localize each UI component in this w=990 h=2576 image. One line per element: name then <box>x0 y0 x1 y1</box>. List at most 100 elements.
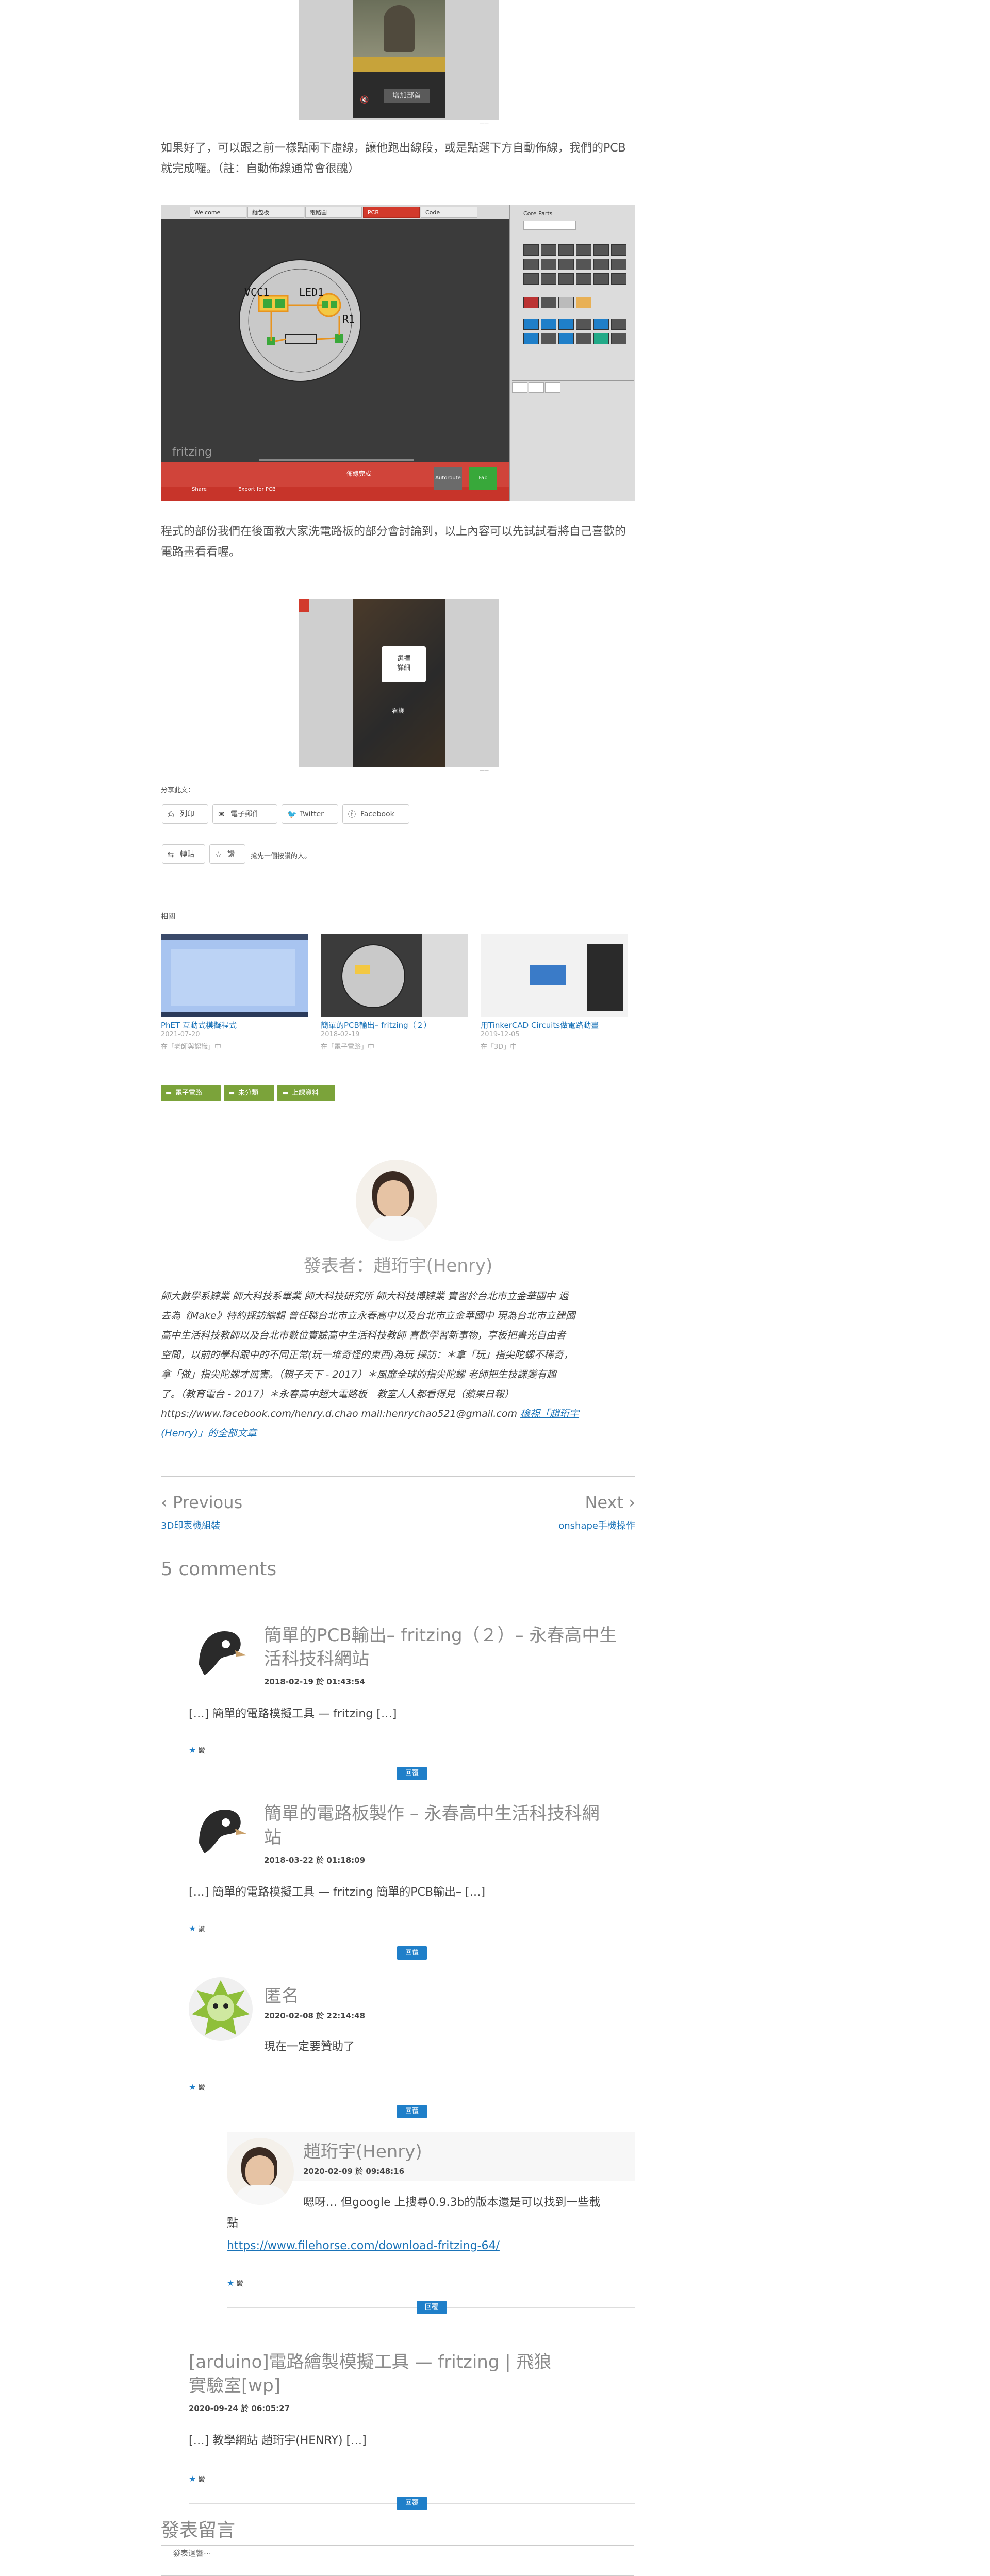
print-icon: ⎙ <box>168 810 174 819</box>
comment-author[interactable]: 趙珩宇(Henry) <box>303 2140 422 2164</box>
comment-author: 匿名 <box>264 1986 299 2006</box>
folder-icon: ▬ <box>166 1089 172 1097</box>
next-post-title[interactable]: onshape手機操作 <box>481 1518 635 1532</box>
image-badge: 增加部首 <box>384 89 430 103</box>
fz-share-btn: Share <box>192 487 207 492</box>
related-thumbnail <box>481 934 628 1017</box>
board-label-vcc1: VCC1 <box>244 286 269 298</box>
fz-export-btn: Export for PCB <box>238 487 276 492</box>
prev-post-title[interactable]: 3D印表機組裝 <box>161 1518 220 1532</box>
comment-text: […] 簡單的電路模擬工具 — fritzing […] <box>189 1708 397 1720</box>
parts-search-field <box>523 221 576 230</box>
reblog-button[interactable]: ⇆ 轉貼 <box>162 844 205 864</box>
fritzing-logo: fritzing <box>172 446 212 459</box>
comment-date[interactable]: 2020-09-24 於 06:05:27 <box>189 2403 290 2414</box>
share-facebook-button[interactable]: ⓕ Facebook <box>342 804 409 824</box>
comment-avatar <box>189 1797 253 1861</box>
comment-date[interactable]: 2020-02-08 於 22:14:48 <box>264 2010 365 2021</box>
comment-avatar <box>189 1618 253 1682</box>
comment-like[interactable]: ★ 讚 <box>189 2082 205 2092</box>
related-title[interactable]: 簡單的PCB輸出– fritzing（２） <box>321 1019 468 1030</box>
related-date: 2019-12-05 <box>481 1031 520 1039</box>
star-icon: ★ <box>189 1923 196 1933</box>
reply-button[interactable]: 回覆 <box>417 2301 447 2314</box>
author-avatar <box>356 1160 437 1241</box>
comment-text-cont: 點 <box>227 2217 239 2230</box>
twitter-icon: 🐦 <box>287 810 297 819</box>
comment-text: […] 簡單的電路模擬工具 — fritzing 簡單的PCB輸出– […] <box>189 1886 486 1899</box>
phone-screenshot-bottom: 選擇 詳細 看護 <box>299 599 499 767</box>
image-credit: —— <box>480 121 489 126</box>
comment-author[interactable]: [arduino]電路繪製模擬工具 — fritzing | 飛狼 實驗室[wp] <box>189 2350 552 2398</box>
related-title[interactable]: PhET 互動式模擬程式 <box>161 1019 308 1030</box>
comments-title: 5 comments <box>161 1559 277 1580</box>
comment-avatar <box>189 1977 253 2041</box>
fritzing-tab-breadboard: 麵包板 <box>248 207 304 218</box>
comment-like[interactable]: ★ 讚 <box>189 1923 205 1933</box>
reply-button[interactable]: 回覆 <box>397 2105 427 2118</box>
comment-text: 現在一定要贊助了 <box>264 2040 355 2053</box>
share-email-button[interactable]: ✉ 電子郵件 <box>212 804 277 824</box>
author-bio: 師大數學系肄業 師大科技系畢業 師大科技研究所 師大科技博肄業 實習於台北市立金… <box>161 1291 580 1439</box>
share-twitter-button[interactable]: 🐦 Twitter <box>282 804 338 824</box>
board-label-r1: R1 <box>342 313 355 325</box>
fritzing-tab-welcome: Welcome <box>190 207 246 218</box>
star-icon: ★ <box>227 2278 235 2288</box>
fritzing-bottom-bar: 佈線完成 Share Export for PCB Autoroute Fab <box>161 462 509 501</box>
fritzing-tab-pcb: PCB <box>363 207 420 218</box>
star-icon: ☆ <box>215 850 222 859</box>
author-posts-link-cont[interactable]: (Henry)」的全部文章 <box>161 1428 257 1439</box>
fz-autoroute-btn: Autoroute <box>434 467 462 490</box>
fritzing-parts-panel: Core Parts <box>509 205 635 501</box>
fritzing-tab-schematic: 電路圖 <box>305 207 362 218</box>
fritzing-screenshot: Welcome 麵包板 電路圖 PCB Code VCC1 LED1 R1 fr… <box>161 205 635 501</box>
tag-link[interactable]: ▬ 上課資料 <box>277 1085 335 1101</box>
like-button[interactable]: ☆ 讚 <box>209 844 245 864</box>
comment-textarea[interactable]: 發表迴響⋯ <box>161 2545 634 2576</box>
comment-link[interactable]: https://www.filehorse.com/download-fritz… <box>227 2236 500 2256</box>
reblog-icon: ⇆ <box>168 850 174 859</box>
related-thumbnail <box>321 934 468 1017</box>
board-label-led1: LED1 <box>299 286 324 298</box>
leave-reply-title: 發表留言 <box>161 2520 236 2541</box>
intro-paragraph: 如果好了，可以跟之前一樣點兩下虛線，讓他跑出線段，或是點選下方自動佈線，我們的P… <box>161 142 626 175</box>
related-title[interactable]: 用TinkerCAD Circuits做電路動畫 <box>481 1019 628 1030</box>
tag-link[interactable]: ▬ 未分類 <box>224 1085 274 1101</box>
route-status: 佈線完成 <box>346 470 372 477</box>
next-post-link[interactable]: Next › <box>526 1493 635 1512</box>
chevron-right-icon: › <box>623 1493 635 1512</box>
comment-text: 嗯呀… 但google 上搜尋0.9.3b的版本還是可以找到一些載 <box>303 2196 601 2209</box>
prev-post-link[interactable]: ‹ Previous <box>161 1493 242 1512</box>
comment-author[interactable]: 簡單的電路板製作 – 永春高中生活科技科網站 <box>264 1802 600 1849</box>
comment-date[interactable]: 2018-03-22 於 01:18:09 <box>264 1854 365 1865</box>
comment-date[interactable]: 2020-02-09 於 09:48:16 <box>303 2166 404 2177</box>
folder-icon: ▬ <box>228 1089 235 1097</box>
fritzing-canvas: VCC1 LED1 R1 fritzing <box>161 219 509 462</box>
share-print-button[interactable]: ⎙ 列印 <box>162 804 208 824</box>
related-context: 在「3D」中 <box>481 1043 517 1051</box>
comment-like[interactable]: ★ 讚 <box>227 2278 243 2288</box>
comment-avatar <box>227 2138 294 2205</box>
comment-like[interactable]: ★ 讚 <box>189 1745 205 1755</box>
star-icon: ★ <box>189 1745 196 1755</box>
related-date: 2018-02-19 <box>321 1031 360 1039</box>
phone-screenshot-top: 增加部首 🔇 <box>299 0 499 120</box>
comment-date[interactable]: 2018-02-19 於 01:43:54 <box>264 1676 365 1687</box>
reply-button[interactable]: 回覆 <box>397 1767 427 1780</box>
chevron-left-icon: ‹ <box>161 1493 173 1512</box>
share-label: 分享此文： <box>161 787 195 794</box>
reply-button[interactable]: 回覆 <box>397 1946 427 1960</box>
comment-like[interactable]: ★ 讚 <box>189 2474 205 2484</box>
like-count-text: 搶先一個按讚的人。 <box>251 852 311 860</box>
related-date: 2021-07-20 <box>161 1031 200 1039</box>
author-posts-link[interactable]: 檢視「趙珩宇 <box>520 1408 579 1419</box>
related-context: 在「老師與認識」中 <box>161 1043 222 1051</box>
folder-icon: ▬ <box>282 1089 289 1097</box>
reply-button[interactable]: 回覆 <box>397 2497 427 2510</box>
related-thumbnail <box>161 934 308 1017</box>
tag-link[interactable]: ▬ 電子電路 <box>161 1085 221 1101</box>
comment-author[interactable]: 簡單的PCB輸出– fritzing（２）– 永春高中生 活科技科網站 <box>264 1624 617 1671</box>
phone-card: 選擇 詳細 <box>382 646 426 682</box>
star-icon: ★ <box>189 2082 196 2092</box>
related-context: 在「電子電路」中 <box>321 1043 375 1051</box>
